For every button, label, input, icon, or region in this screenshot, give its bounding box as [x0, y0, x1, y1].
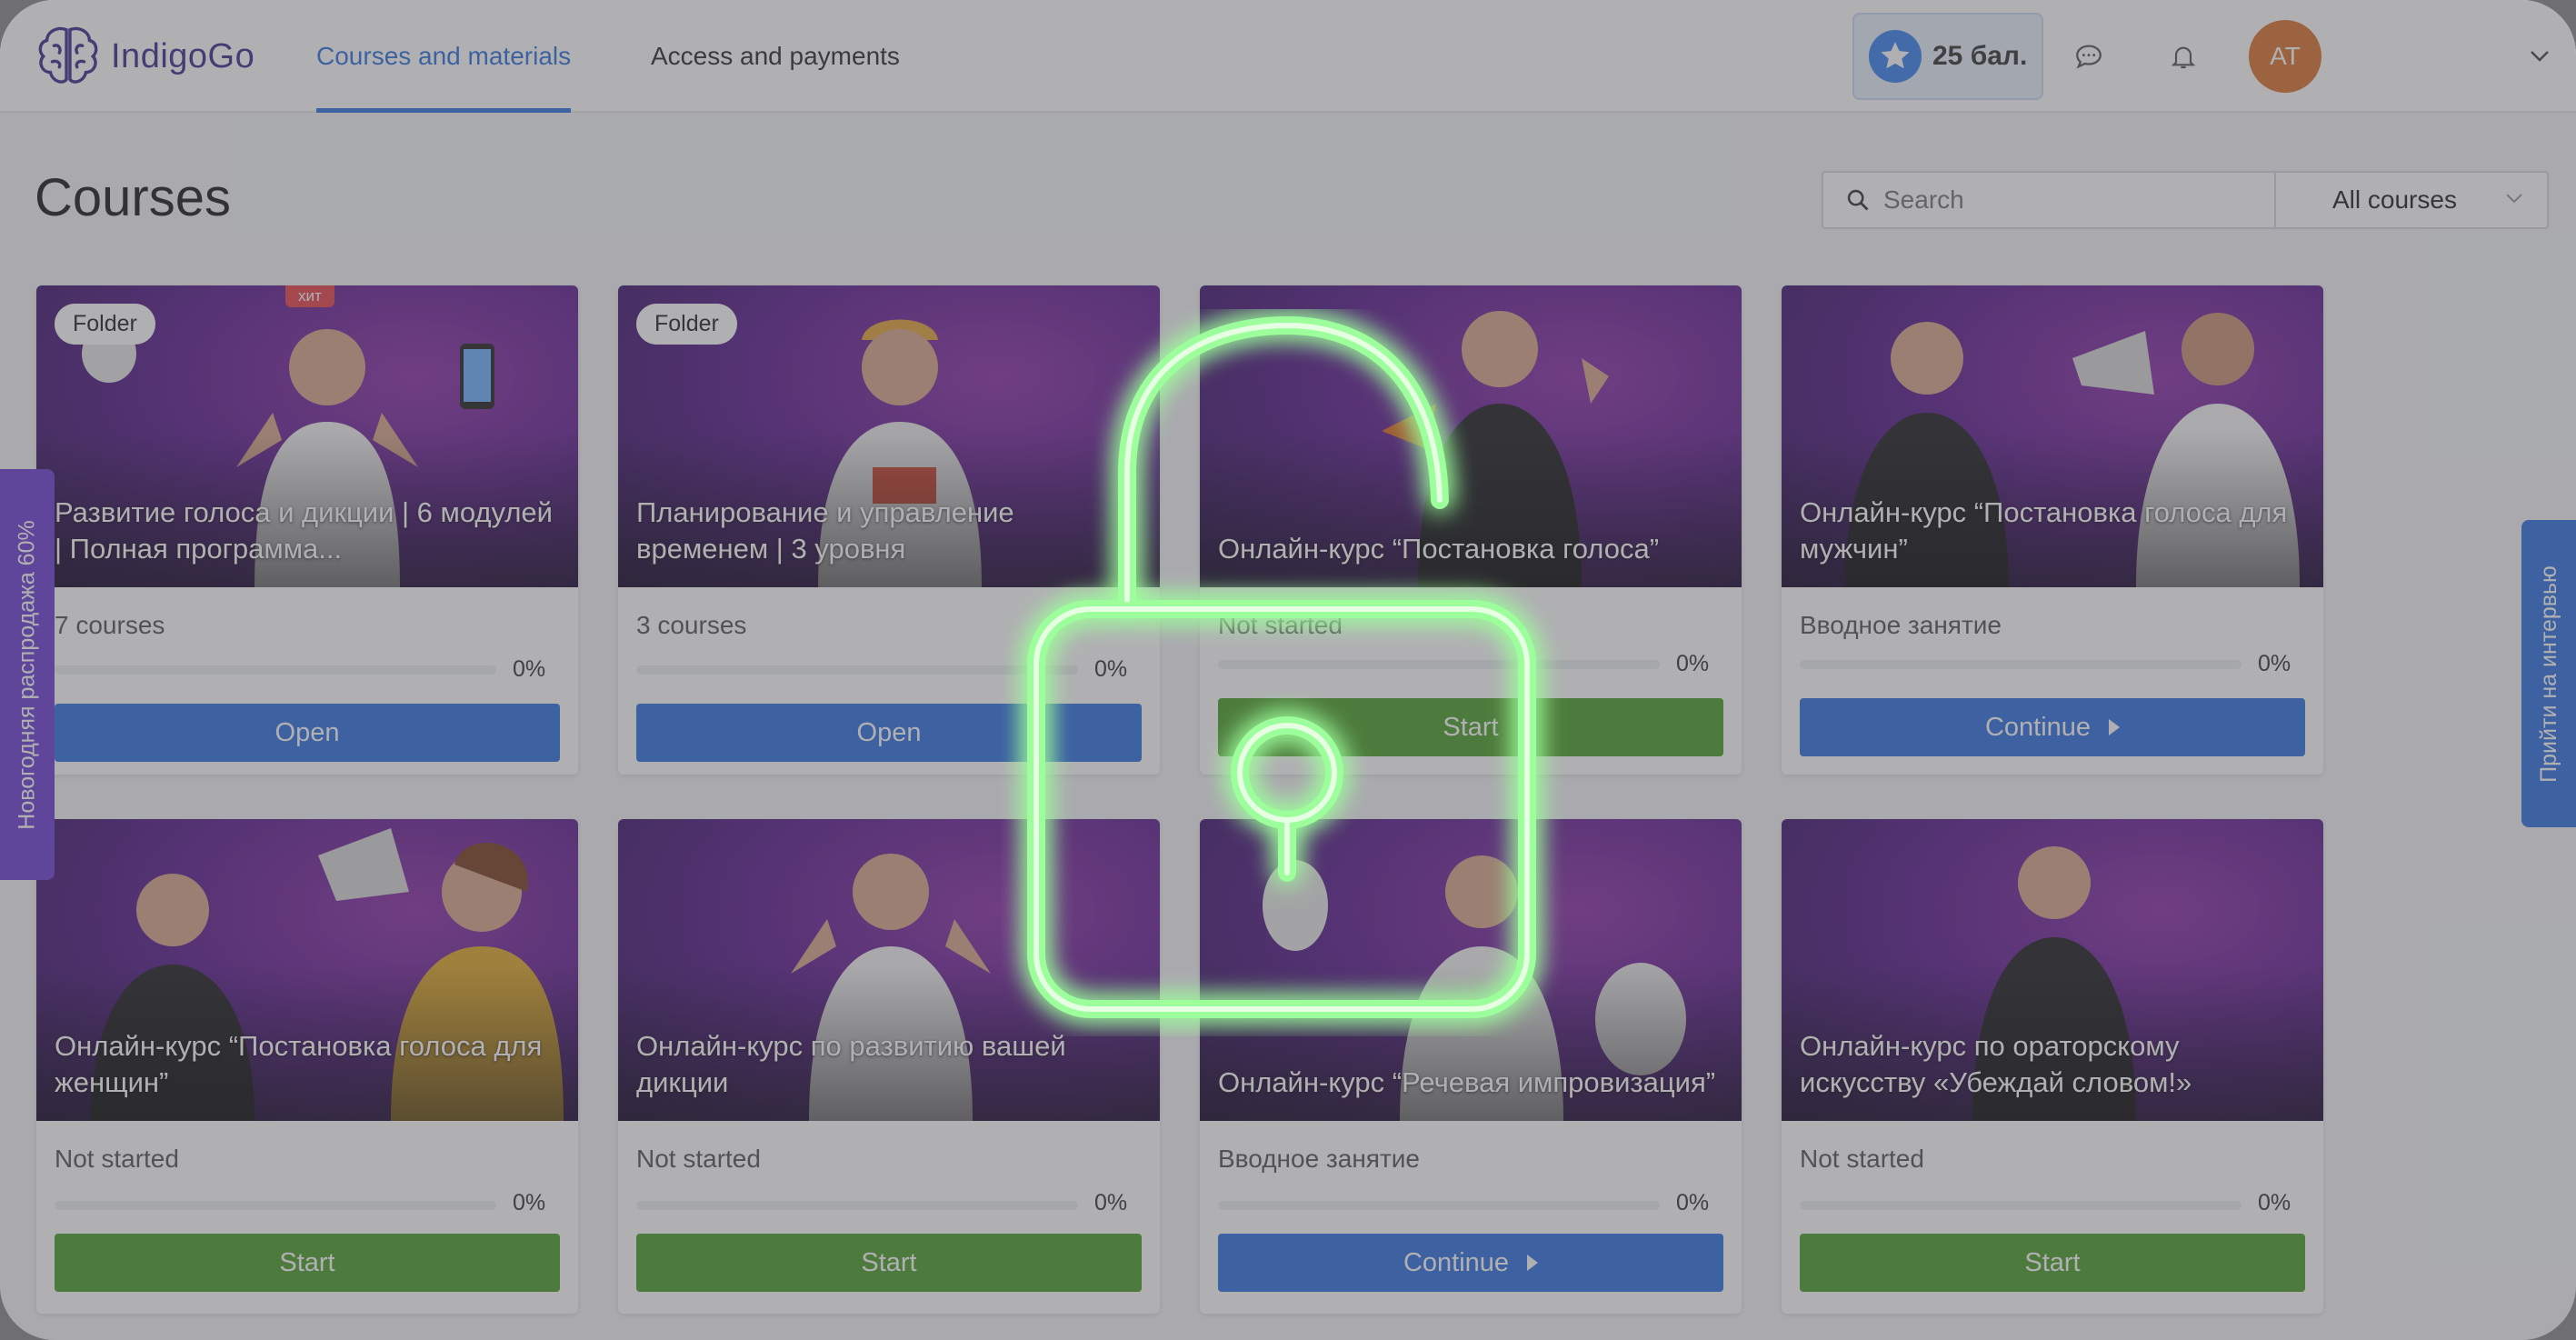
- course-filter-value: All courses: [2332, 185, 2457, 214]
- bell-icon[interactable]: [2158, 31, 2209, 82]
- logo-text: IndigoGo: [111, 36, 255, 75]
- start-button-label: Start: [861, 1247, 917, 1277]
- top-navbar: IndigoGo Courses and materials Access an…: [0, 0, 2576, 113]
- course-title: Онлайн-курс “Постановка голоса для мужчи…: [1800, 496, 2288, 565]
- continue-button-label: Continue: [1403, 1247, 1510, 1277]
- sale-side-tab[interactable]: Новогодняя распродажа 60%: [0, 469, 55, 880]
- brain-icon: [38, 26, 98, 84]
- course-status: Вводное занятие: [1800, 611, 2002, 639]
- tab-courses-and-materials[interactable]: Courses and materials: [316, 0, 572, 113]
- interview-side-tab-label: Прийти на интервью: [2535, 565, 2561, 783]
- course-title: Развитие голоса и дикции | 6 модулей | П…: [55, 496, 553, 565]
- course-thumbnail: Онлайн-курс “Постановка голоса для женщи…: [36, 819, 578, 1121]
- start-button[interactable]: Start: [1800, 1234, 2305, 1292]
- star-badge-icon: [1869, 30, 1922, 83]
- progress-bar: [1800, 660, 2242, 669]
- progress-percent: 0%: [1676, 1190, 1710, 1215]
- course-thumbnail: Онлайн-курс “Постановка голоса для мужчи…: [1782, 285, 2323, 587]
- interview-side-tab[interactable]: Прийти на интервью: [2521, 520, 2576, 827]
- course-title: Онлайн-курс “Речевая импровизация”: [1218, 1066, 1716, 1098]
- course-status: Not started: [55, 1145, 179, 1173]
- start-button[interactable]: Start: [636, 1234, 1142, 1292]
- progress-percent: 0%: [2258, 651, 2291, 676]
- page-title: Courses: [35, 168, 231, 227]
- app-window: IndigoGo Courses and materials Access an…: [0, 0, 2576, 1340]
- search-input[interactable]: [1883, 185, 2247, 215]
- continue-button[interactable]: Continue: [1218, 1234, 1723, 1292]
- play-arrow-icon: [2109, 719, 2121, 735]
- chat-bubble-icon[interactable]: [2063, 31, 2114, 82]
- unlocked-padlock-icon: [1027, 315, 1536, 1018]
- avatar[interactable]: AT: [2249, 20, 2321, 93]
- course-card[interactable]: Онлайн-курс “Постановка голоса для мужчи…: [1782, 285, 2323, 775]
- course-title: Онлайн-курс “Постановка голоса для женщи…: [55, 1030, 543, 1098]
- points-button[interactable]: 25 бал.: [1852, 13, 2043, 100]
- open-button[interactable]: Open: [55, 704, 560, 762]
- progress-percent: 0%: [513, 656, 546, 682]
- folder-badge: Folder: [636, 304, 737, 345]
- progress-percent: 0%: [1094, 1190, 1128, 1215]
- course-status: Not started: [636, 1145, 761, 1173]
- course-card[interactable]: хит Folder Развитие голоса и дикции | 6 …: [36, 285, 578, 775]
- progress-bar: [1218, 1201, 1660, 1210]
- progress-percent: 0%: [2258, 1190, 2291, 1215]
- chevron-down-icon: [2506, 194, 2522, 204]
- progress-bar: [1800, 1201, 2242, 1210]
- progress-bar: [55, 1201, 496, 1210]
- progress-bar: [55, 665, 496, 675]
- chevron-down-icon[interactable]: [2523, 40, 2556, 73]
- hit-badge: хит: [285, 285, 334, 307]
- course-thumbnail: хит Folder Развитие голоса и дикции | 6 …: [36, 285, 578, 587]
- course-status: 7 courses: [55, 611, 165, 639]
- progress-percent: 0%: [1676, 651, 1710, 676]
- search-icon: [1847, 189, 1869, 211]
- continue-button-label: Continue: [1984, 712, 2092, 742]
- logo[interactable]: IndigoGo: [33, 18, 255, 95]
- course-card[interactable]: Онлайн-курс “Постановка голоса для женщи…: [36, 819, 578, 1314]
- points-count: 25 бал.: [1932, 41, 2028, 71]
- progress-percent: 0%: [513, 1190, 546, 1215]
- tab-access-and-payments[interactable]: Access and payments: [651, 0, 900, 113]
- course-status: 3 courses: [636, 611, 747, 639]
- course-filter-select[interactable]: All courses: [2274, 171, 2549, 229]
- open-button-label: Open: [275, 717, 340, 747]
- course-card[interactable]: Онлайн-курс по ораторскому искусству «Уб…: [1782, 819, 2323, 1314]
- folder-badge: Folder: [55, 304, 155, 345]
- course-title: Онлайн-курс по ораторскому искусству «Уб…: [1800, 1030, 2192, 1098]
- start-button-label: Start: [2024, 1247, 2081, 1277]
- search-field[interactable]: [1822, 171, 2276, 229]
- course-status: Вводное занятие: [1218, 1145, 1420, 1173]
- course-thumbnail: Онлайн-курс по ораторскому искусству «Уб…: [1782, 819, 2323, 1121]
- play-arrow-icon: [1527, 1255, 1539, 1271]
- continue-button[interactable]: Continue: [1800, 698, 2305, 756]
- course-status: Not started: [1800, 1145, 1924, 1173]
- sale-side-tab-label: Новогодняя распродажа 60%: [14, 519, 40, 830]
- open-button-label: Open: [856, 717, 922, 747]
- course-title: Онлайн-курс по развитию вашей дикции: [636, 1030, 1066, 1098]
- start-button[interactable]: Start: [55, 1234, 560, 1292]
- start-button-label: Start: [279, 1247, 335, 1277]
- progress-bar: [636, 1201, 1078, 1210]
